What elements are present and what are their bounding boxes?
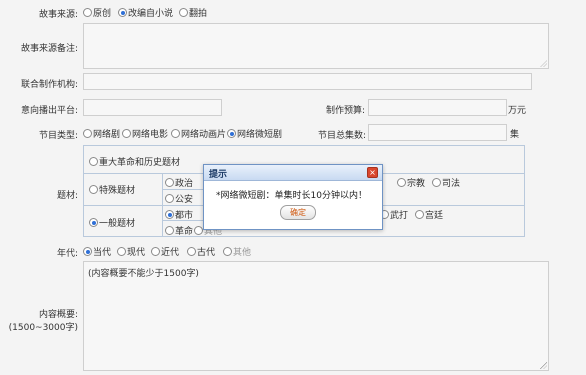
episodes-label: 节目总集数:	[318, 131, 367, 141]
radio-selected-icon[interactable]	[89, 218, 98, 227]
radio-icon[interactable]	[89, 185, 98, 194]
ok-button[interactable]: 确定	[280, 205, 316, 220]
summary-sublabel: (1500~3000字)	[8, 323, 78, 333]
summary-label: 内容概要:	[38, 310, 78, 320]
co-producer-input[interactable]	[83, 73, 532, 90]
special-option-police[interactable]: 公安	[165, 192, 193, 205]
type-option-web-film[interactable]: 网络电影	[122, 127, 168, 140]
radio-selected-icon[interactable]	[83, 247, 92, 256]
type-option-web-micro-drama[interactable]: 网络微短剧	[227, 127, 282, 140]
era-option-ancient[interactable]: 古代	[187, 245, 215, 258]
budget-unit: 万元	[508, 106, 527, 116]
type-option-web-animation[interactable]: 网络动画片	[171, 127, 226, 140]
radio-icon[interactable]	[179, 8, 188, 17]
era-option-other[interactable]: 其他	[223, 245, 251, 258]
special-option-justice[interactable]: 司法	[432, 176, 460, 189]
grid-divider	[162, 173, 163, 237]
era-label: 年代:	[56, 249, 78, 259]
summary-textarea[interactable]: (内容概要不能少于1500字)	[83, 261, 549, 371]
co-producer-label: 联合制作机构:	[20, 80, 78, 90]
era-option-recent[interactable]: 近代	[151, 245, 179, 258]
general-option-martial[interactable]: 武打	[380, 208, 408, 221]
dialog-title: 提示	[209, 170, 228, 180]
resize-grip-icon[interactable]	[540, 60, 547, 67]
radio-selected-icon[interactable]	[227, 129, 236, 138]
radio-icon[interactable]	[117, 247, 126, 256]
radio-icon[interactable]	[165, 226, 174, 235]
dialog-message: *网络微短剧：单集时长10分钟以内！	[216, 191, 367, 201]
episodes-unit: 集	[510, 130, 520, 140]
source-option-novel[interactable]: 改编自小说	[118, 6, 173, 19]
radio-icon[interactable]	[165, 194, 174, 203]
budget-input[interactable]	[368, 99, 507, 116]
resize-grip-icon[interactable]	[540, 362, 547, 369]
radio-icon[interactable]	[122, 129, 131, 138]
general-option-urban[interactable]: 都市	[165, 208, 193, 221]
radio-icon[interactable]	[187, 247, 196, 256]
radio-icon[interactable]	[89, 157, 98, 166]
radio-icon[interactable]	[83, 8, 92, 17]
special-option-politics[interactable]: 政治	[165, 176, 193, 189]
general-option-palace[interactable]: 宫廷	[415, 208, 443, 221]
type-option-web-drama[interactable]: 网络剧	[83, 127, 120, 140]
theme-label: 题材:	[56, 191, 78, 201]
source-option-original[interactable]: 原创	[83, 6, 111, 19]
special-option-religion[interactable]: 宗教	[397, 176, 425, 189]
radio-selected-icon[interactable]	[165, 210, 174, 219]
program-type-label: 节目类型:	[38, 131, 78, 141]
story-source-note-label: 故事来源备注:	[20, 44, 78, 54]
radio-icon[interactable]	[165, 178, 174, 187]
summary-hint: (内容概要不能少于1500字)	[88, 269, 199, 279]
platform-input[interactable]	[83, 99, 222, 116]
theme-general-option[interactable]: 一般题材	[89, 216, 135, 229]
story-source-note-textarea[interactable]	[83, 23, 549, 69]
radio-icon[interactable]	[83, 129, 92, 138]
radio-icon[interactable]	[171, 129, 180, 138]
radio-icon[interactable]	[151, 247, 160, 256]
theme-major-option[interactable]: 重大革命和历史题材	[89, 155, 180, 168]
radio-icon[interactable]	[223, 247, 232, 256]
theme-special-option[interactable]: 特殊题材	[89, 183, 135, 196]
budget-label: 制作预算:	[326, 106, 366, 116]
radio-icon[interactable]	[415, 210, 424, 219]
story-source-label: 故事来源:	[38, 10, 78, 20]
era-option-modern[interactable]: 现代	[117, 245, 145, 258]
platform-label: 意向播出平台:	[20, 106, 78, 116]
dialog-header: 提示 ×	[204, 165, 382, 181]
source-option-remake[interactable]: 翻拍	[179, 6, 207, 19]
close-icon[interactable]: ×	[367, 167, 378, 178]
radio-selected-icon[interactable]	[118, 8, 127, 17]
alert-dialog: 提示 × *网络微短剧：单集时长10分钟以内！ 确定	[203, 164, 383, 230]
radio-icon[interactable]	[432, 178, 441, 187]
radio-icon[interactable]	[397, 178, 406, 187]
episodes-input[interactable]	[368, 124, 507, 141]
era-option-contemporary[interactable]: 当代	[83, 245, 111, 258]
radio-icon[interactable]	[194, 226, 203, 235]
general-option-revolution[interactable]: 革命	[165, 224, 193, 237]
